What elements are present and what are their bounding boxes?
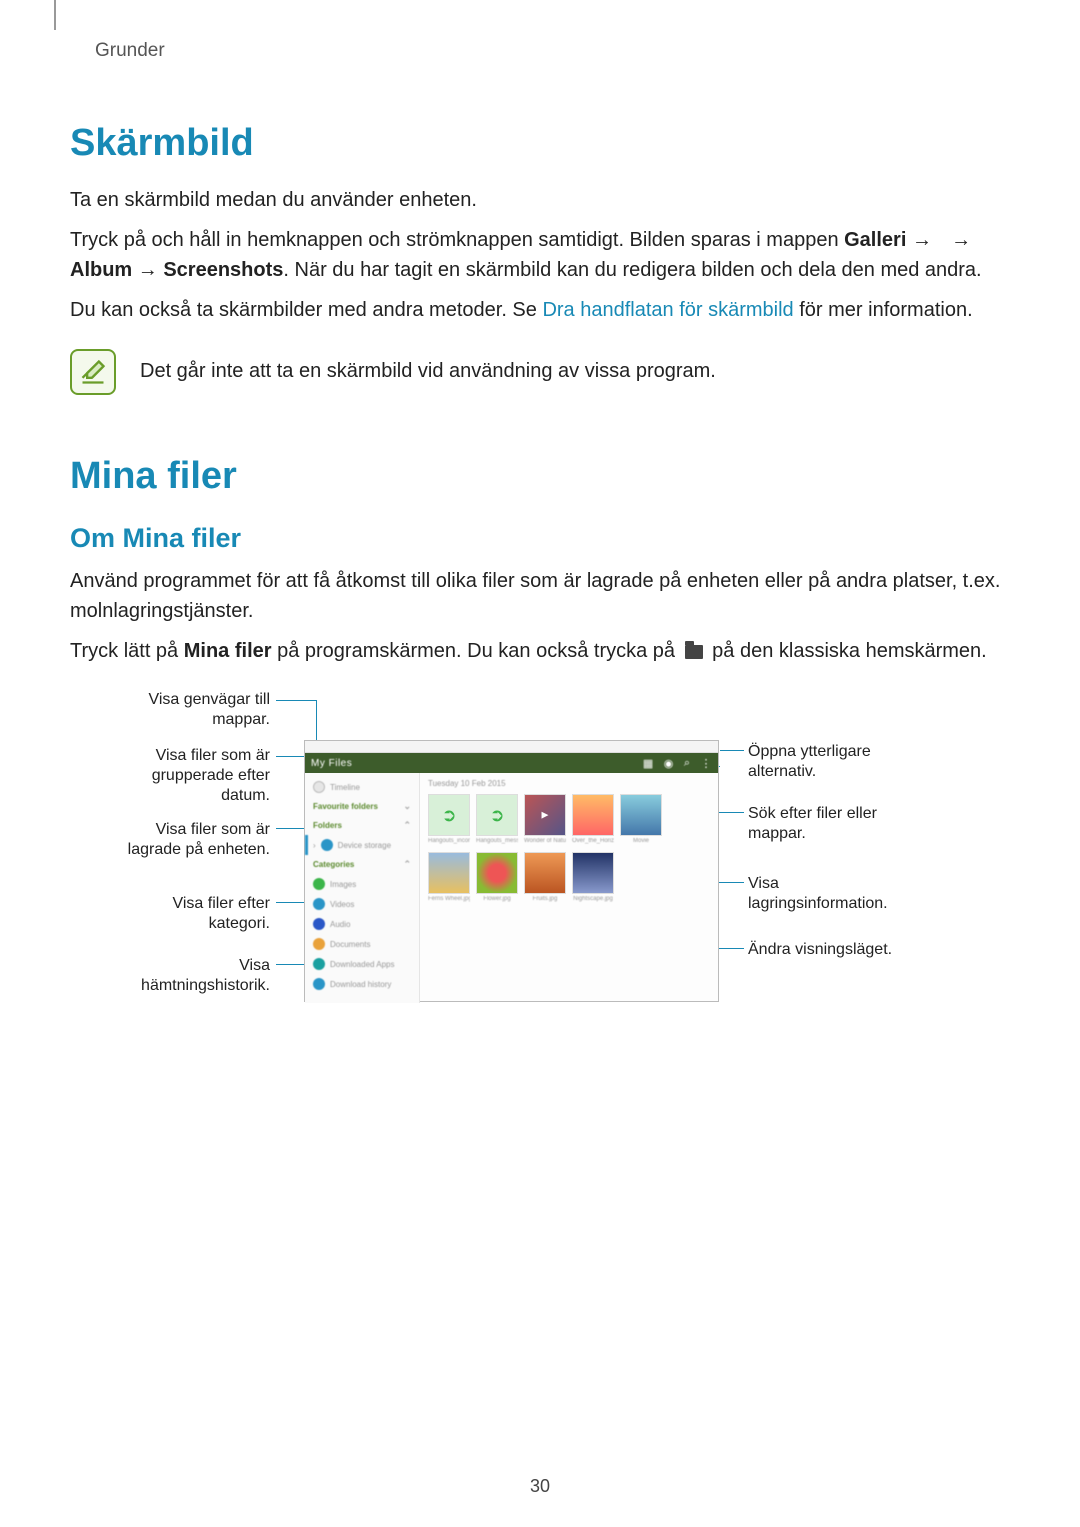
- row-audio: Audio: [305, 914, 419, 934]
- annotated-screenshot: Visa genvägar tillmappar. Visa filer som…: [70, 696, 1010, 1016]
- callout-options: Öppna ytterligarealternativ.: [748, 742, 871, 782]
- row-categories: Categories⌃: [305, 855, 419, 874]
- view-icon: ▦: [643, 757, 654, 770]
- app-screenshot: My Files ▦ ◉ ⌕ ⋮ Timeline Favourite fold…: [304, 740, 719, 1002]
- row-timeline: Timeline: [305, 777, 419, 797]
- callout-storage: Visalagringsinformation.: [748, 874, 888, 914]
- section-header: Grunder: [95, 40, 1010, 62]
- row-videos: Videos: [305, 894, 419, 914]
- paragraph-instructions: Tryck på och håll in hemknappen och strö…: [70, 225, 1010, 285]
- row-apps: Downloaded Apps: [305, 954, 419, 974]
- callout-viewmode: Ändra visningsläget.: [748, 940, 892, 960]
- callout-bycat: Visa filer efterkategori.: [70, 894, 270, 934]
- app-header: My Files ▦ ◉ ⌕ ⋮: [305, 753, 718, 773]
- callout-history: Visahämtningshistorik.: [70, 956, 270, 996]
- row-images: Images: [305, 874, 419, 894]
- app-sidebar: Timeline Favourite folders⌄ Folders⌃ ›De…: [305, 773, 420, 1003]
- note-block: Det går inte att ta en skärmbild vid anv…: [70, 349, 1010, 395]
- paragraph: Använd programmet för att få åtkomst til…: [70, 566, 1010, 626]
- paragraph-other-methods: Du kan också ta skärmbilder med andra me…: [70, 295, 1010, 325]
- row-documents: Documents: [305, 934, 419, 954]
- heading-skarmbild: Skärmbild: [70, 122, 1010, 165]
- note-text: Det går inte att ta en skärmbild vid anv…: [140, 349, 1010, 385]
- paragraph-launch: Tryck lätt på Mina filer på programskärm…: [70, 636, 1010, 666]
- paragraph: Ta en skärmbild medan du använder enhete…: [70, 185, 1010, 215]
- row-history: Download history: [305, 974, 419, 994]
- row-favourite: Favourite folders⌄: [305, 797, 419, 816]
- subheading-om-mina-filer: Om Mina filer: [70, 523, 1010, 554]
- callout-shortcuts: Visa genvägar tillmappar.: [70, 690, 270, 730]
- note-icon: [70, 349, 116, 395]
- page-number: 30: [530, 1476, 550, 1497]
- callout-search: Sök efter filer ellermappar.: [748, 804, 877, 844]
- callout-bydate: Visa filer som ärgrupperade efterdatum.: [70, 746, 270, 806]
- heading-mina-filer: Mina filer: [70, 455, 1010, 498]
- callout-ondevice: Visa filer som ärlagrade på enheten.: [70, 820, 270, 860]
- folder-icon: [685, 645, 703, 659]
- row-folders: Folders⌃: [305, 816, 419, 835]
- more-icon: ⋮: [701, 757, 713, 770]
- row-device: ›Device storage: [305, 835, 419, 855]
- link-palm-swipe[interactable]: Dra handflatan för skärmbild: [542, 299, 793, 321]
- search-icon: ⌕: [684, 757, 691, 770]
- storage-icon: ◉: [664, 757, 674, 770]
- file-grid: Tuesday 10 Feb 2015 ➲Hangouts_incom... ➲…: [420, 773, 718, 1003]
